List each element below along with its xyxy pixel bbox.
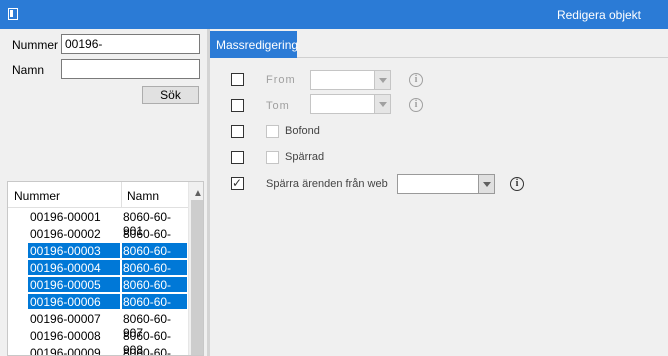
info-icon[interactable]: i: [409, 98, 423, 112]
from-label: From: [266, 74, 296, 86]
edit-pane: Massredigering From i Tom i Bofond Spärr…: [210, 29, 668, 356]
bofond-label: Bofond: [285, 125, 320, 137]
table-row[interactable]: 00196-000048060-60-904: [27, 259, 188, 289]
scroll-up-icon[interactable]: ▲: [193, 188, 203, 199]
grid-header: Nummer Namn: [8, 182, 188, 208]
tom-label: Tom: [266, 100, 290, 112]
cell-nummer: 00196-00006: [27, 293, 121, 310]
cell-nummer: 00196-00007: [30, 312, 101, 326]
info-icon[interactable]: i: [409, 73, 423, 87]
nummer-input[interactable]: [61, 34, 200, 54]
scrollbar-thumb[interactable]: [191, 200, 203, 355]
tab-massredigering[interactable]: Massredigering: [210, 31, 298, 58]
grid-scrollbar[interactable]: ▲: [188, 182, 203, 355]
cell-nummer: 00196-00003: [27, 242, 121, 259]
cell-namn: 8060-60-902: [123, 227, 172, 255]
checkmark-icon: ✓: [232, 176, 243, 190]
cell-namn: 8060-60-906: [121, 293, 188, 323]
bofond-enable-checkbox[interactable]: [231, 125, 244, 138]
grid-rows: 00196-00001 8060-60-901 00196-00002 8060-60…: [27, 208, 188, 356]
cell-namn: 8060-60-909: [123, 346, 172, 356]
cell-namn: 8060-60-907: [123, 312, 172, 340]
cell-namn: 8060-60-903: [121, 242, 188, 272]
window-title: Redigera objekt: [556, 8, 641, 22]
cell-nummer: 00196-00002: [30, 227, 101, 241]
table-row[interactable]: 00196-000038060-60-903: [27, 242, 188, 272]
table-row[interactable]: 00196-00008 8060-60-908: [27, 327, 188, 356]
cell-namn: 8060-60-908: [123, 329, 172, 356]
sparra-web-combo[interactable]: [397, 174, 495, 194]
cell-nummer: 00196-00004: [27, 259, 121, 276]
column-header-nummer[interactable]: Nummer: [14, 189, 60, 203]
results-grid: Nummer Namn 00196-00001 8060-60-901 00196-…: [7, 181, 204, 356]
from-combo[interactable]: [310, 70, 391, 90]
table-row[interactable]: 00196-00001 8060-60-901: [27, 208, 188, 238]
sparra-web-label: Spärra ärenden från web: [266, 178, 388, 190]
sparra-web-checkbox[interactable]: ✓: [231, 176, 244, 190]
cell-namn: 8060-60-901: [123, 210, 172, 238]
sparrad-enable-checkbox[interactable]: [231, 151, 244, 164]
table-row[interactable]: 00196-00002 8060-60-902: [27, 225, 188, 255]
cell-namn: 8060-60-904: [121, 259, 188, 289]
search-button[interactable]: Sök: [142, 86, 199, 104]
chevron-down-icon[interactable]: [374, 95, 390, 113]
title-bar: Redigera objekt: [0, 0, 668, 29]
tom-checkbox[interactable]: [231, 99, 244, 112]
info-icon[interactable]: i: [510, 177, 524, 191]
tab-strip: Massredigering: [210, 29, 668, 58]
namn-label: Namn: [12, 63, 45, 77]
from-checkbox[interactable]: [231, 73, 244, 86]
app-window-icon: [8, 8, 18, 20]
column-header-namn[interactable]: Namn: [121, 182, 188, 208]
chevron-down-icon[interactable]: [478, 175, 494, 193]
tom-combo[interactable]: [310, 94, 391, 114]
cell-nummer: 00196-00005: [27, 276, 121, 293]
bofond-checkbox[interactable]: [266, 125, 279, 138]
table-row[interactable]: 00196-00006 8060-60-906: [27, 293, 188, 323]
sparrad-label: Spärrad: [285, 151, 325, 163]
sparrad-checkbox[interactable]: [266, 151, 279, 164]
table-row[interactable]: 00196-00009 8060-60-909: [27, 344, 188, 356]
cell-nummer: 00196-00009: [30, 346, 101, 356]
chevron-down-icon[interactable]: [374, 71, 390, 89]
table-row[interactable]: 00196-000058060-60-905: [27, 276, 188, 306]
cell-nummer: 00196-00008: [30, 329, 101, 343]
cell-namn: 8060-60-905: [121, 276, 188, 306]
search-pane: Nummer Namn Sök Nummer Namn 00196-00001 8…: [0, 29, 207, 356]
cell-nummer: 00196-00001: [30, 210, 101, 224]
table-row[interactable]: 00196-00007 8060-60-907: [27, 310, 188, 340]
namn-input[interactable]: [61, 59, 200, 79]
nummer-label: Nummer: [12, 38, 59, 52]
